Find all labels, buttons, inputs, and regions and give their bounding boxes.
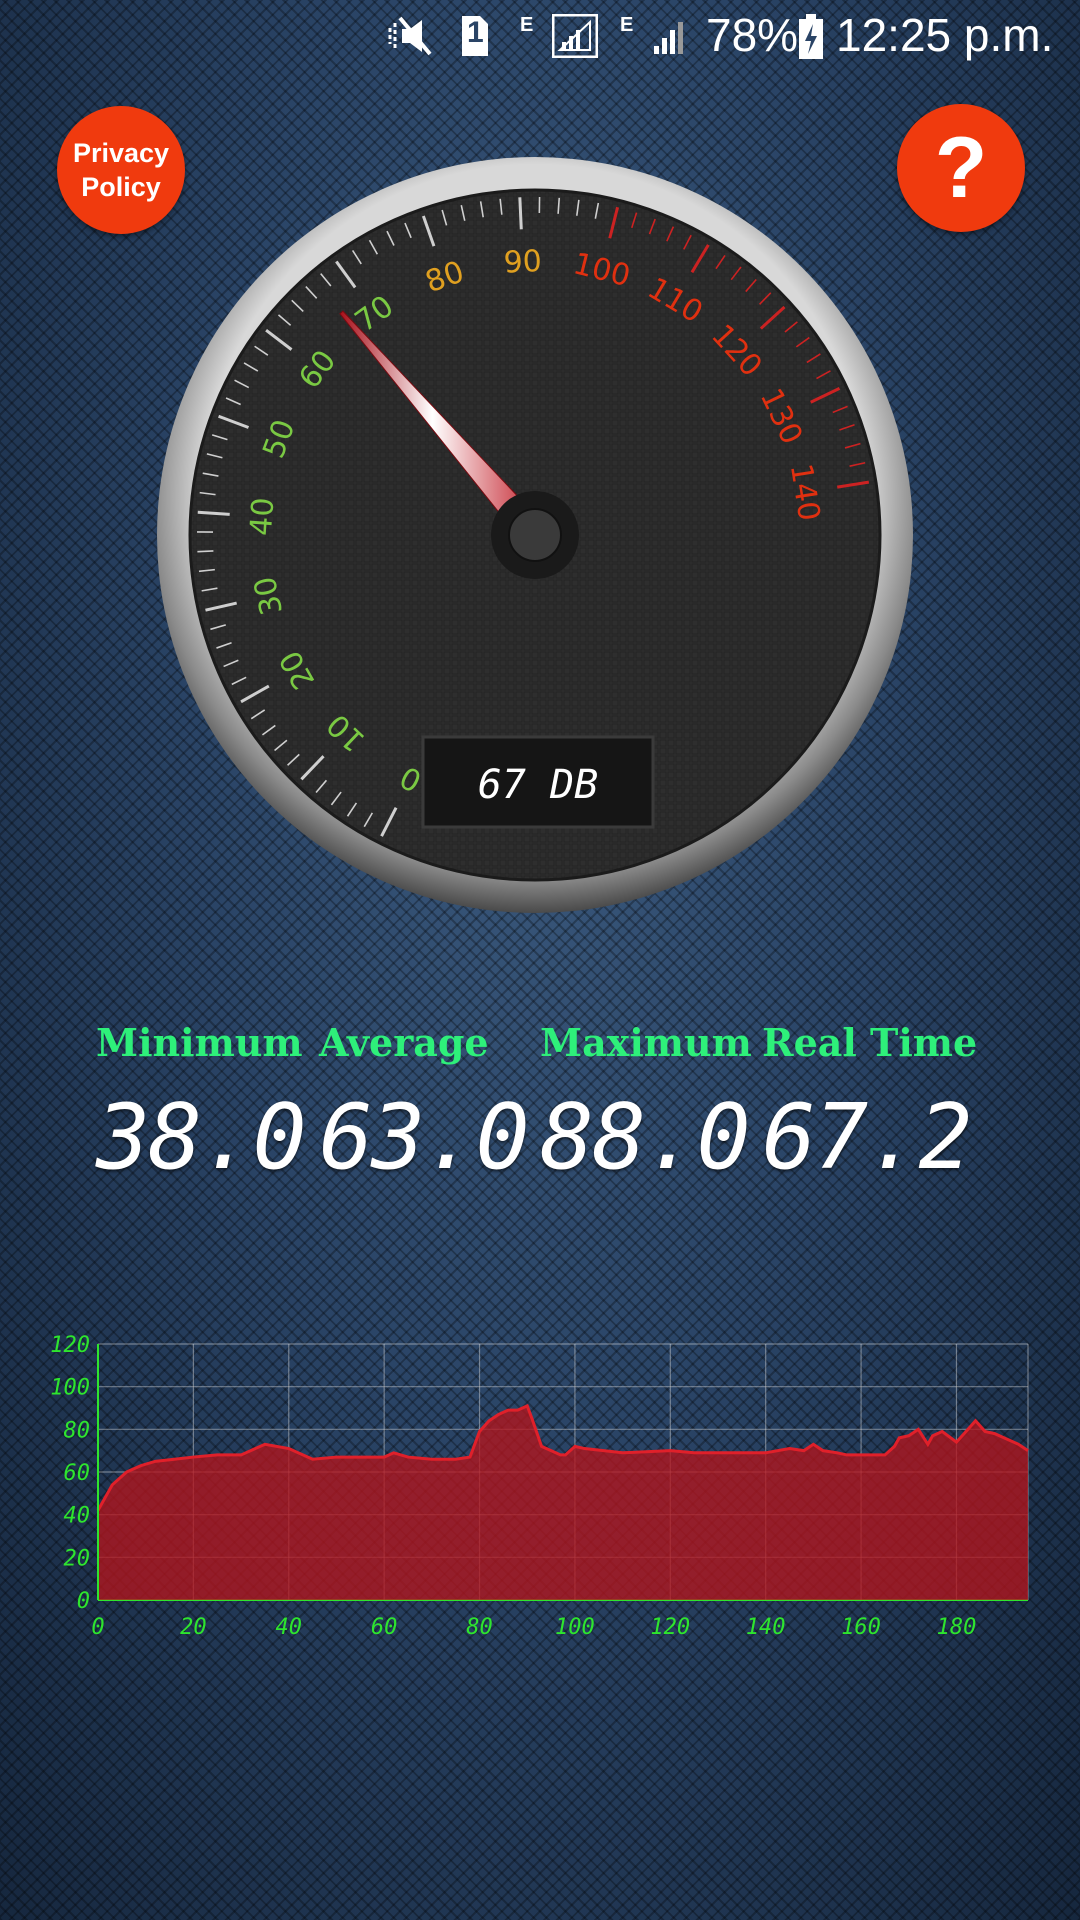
major-tick <box>518 197 523 230</box>
chart-x-tick-label: 100 <box>555 1615 595 1640</box>
chart-y-tick-label: 100 <box>50 1376 90 1401</box>
sim-slot-number: 1 <box>467 16 484 49</box>
chart-x-tick-label: 60 <box>371 1615 398 1640</box>
chart-x-tick-label: 140 <box>746 1615 786 1640</box>
gauge-readout: 67 DB <box>478 762 598 808</box>
chart-y-tick-label: 0 <box>77 1589 90 1614</box>
chart-x-tick-label: 0 <box>91 1615 104 1640</box>
network-type-1: E <box>520 14 534 36</box>
maximum-value: 88.0 <box>540 1085 751 1190</box>
chart-x-tick-label: 20 <box>180 1615 207 1640</box>
signal-icon-1 <box>551 13 599 63</box>
minimum-label: Minimum <box>96 1020 303 1065</box>
signal-icon-2 <box>652 16 692 61</box>
chart-x-tick-label: 120 <box>650 1615 690 1640</box>
chart-y-tick-label: 120 <box>50 1333 90 1358</box>
clock: 12:25 p.m. <box>836 9 1054 61</box>
minor-tick <box>197 550 214 553</box>
battery-percent: 78% <box>706 9 799 61</box>
battery-charging-icon <box>798 14 824 65</box>
realtime-value: 67.2 <box>762 1085 973 1190</box>
gauge-tick-label: 40 <box>244 496 281 536</box>
average-label: Average <box>319 1020 489 1065</box>
status-bar: 1 E E 78% 12:25 p.m. <box>0 0 1080 70</box>
chart-x-tick-label: 40 <box>276 1615 303 1640</box>
gauge-hub <box>508 508 562 562</box>
realtime-label: Real Time <box>762 1020 978 1065</box>
sound-level-history-chart: 0 20 40 60 80 100 120 0 20 40 60 80 100 120 140 160 180 <box>50 1333 1029 1640</box>
chart-y-tick-label: 80 <box>64 1418 91 1443</box>
chart-area-series <box>98 1405 1028 1600</box>
minimum-value: 38.0 <box>96 1085 307 1190</box>
chart-x-tick-label: 160 <box>841 1615 881 1640</box>
mute-icon <box>386 14 444 63</box>
chart-x-tick-label: 80 <box>466 1615 493 1640</box>
chart-x-tick-label: 180 <box>937 1615 977 1640</box>
network-type-2: E <box>620 14 634 36</box>
maximum-label: Maximum <box>540 1020 752 1065</box>
chart-y-tick-label: 20 <box>64 1546 91 1571</box>
sound-level-gauge: 01020304050607080 90 100110120130140 67 DB <box>157 157 913 913</box>
chart-y-tick-label: 60 <box>64 1461 91 1486</box>
average-value: 63.0 <box>319 1085 530 1190</box>
help-icon: ? <box>934 119 988 216</box>
gauge-tick-label: 90 <box>503 244 543 281</box>
chart-y-tick-label: 40 <box>64 1504 91 1529</box>
